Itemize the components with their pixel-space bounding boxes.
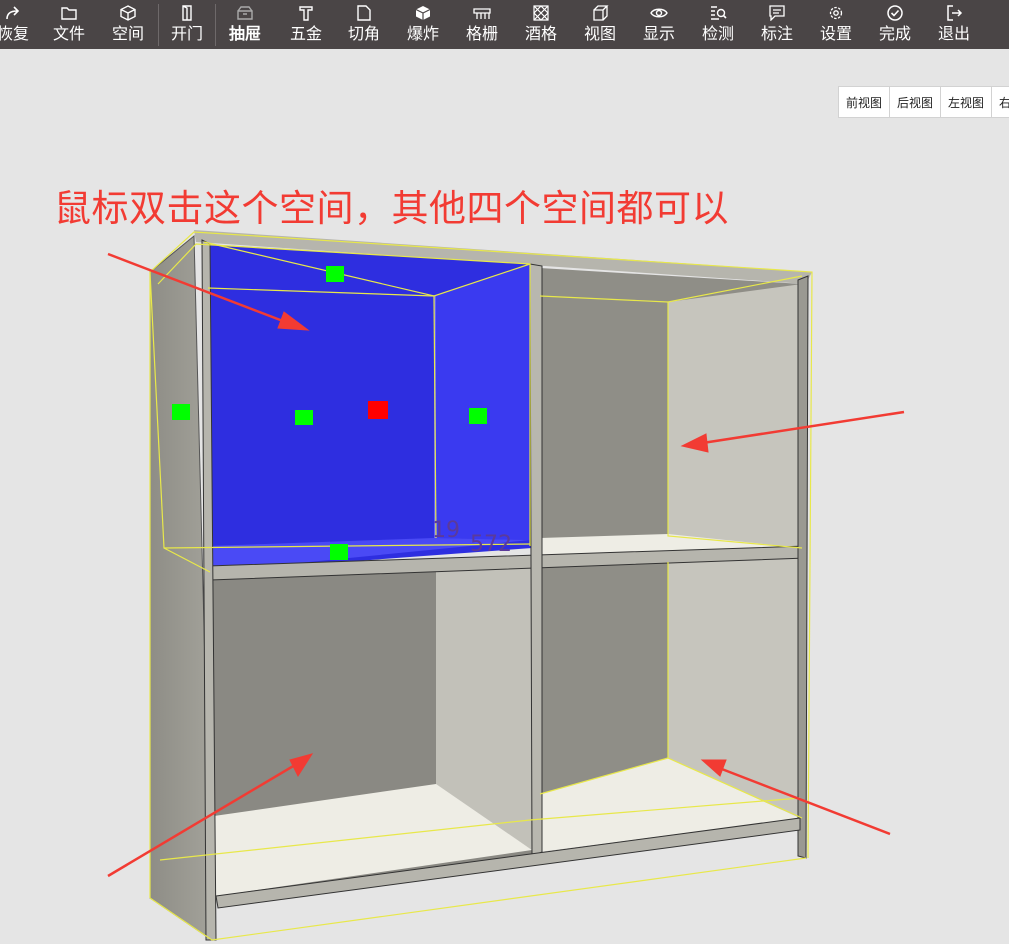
dimension-label-depth: 19 xyxy=(432,518,460,543)
instruction-annotation: 鼠标双击这个空间，其他四个空间都可以 xyxy=(54,187,729,230)
resize-handle-bottom[interactable] xyxy=(330,544,348,560)
middle-partition-panel[interactable] xyxy=(529,263,543,857)
resize-handle-center[interactable] xyxy=(368,401,388,419)
cabinet-right-side-panel[interactable] xyxy=(797,275,809,859)
resize-handle-back[interactable] xyxy=(295,410,313,425)
dimension-label-width: 572 xyxy=(470,532,512,557)
space-lower-right[interactable] xyxy=(540,558,800,852)
resize-handle-top[interactable] xyxy=(326,266,344,282)
resize-handle-right[interactable] xyxy=(469,408,487,424)
resize-handle-left[interactable] xyxy=(172,404,190,420)
space-lower-left[interactable] xyxy=(210,566,532,896)
space-upper-right[interactable] xyxy=(540,268,802,556)
cabinet-3d-viewport[interactable]: 19 572 xyxy=(0,0,1009,944)
